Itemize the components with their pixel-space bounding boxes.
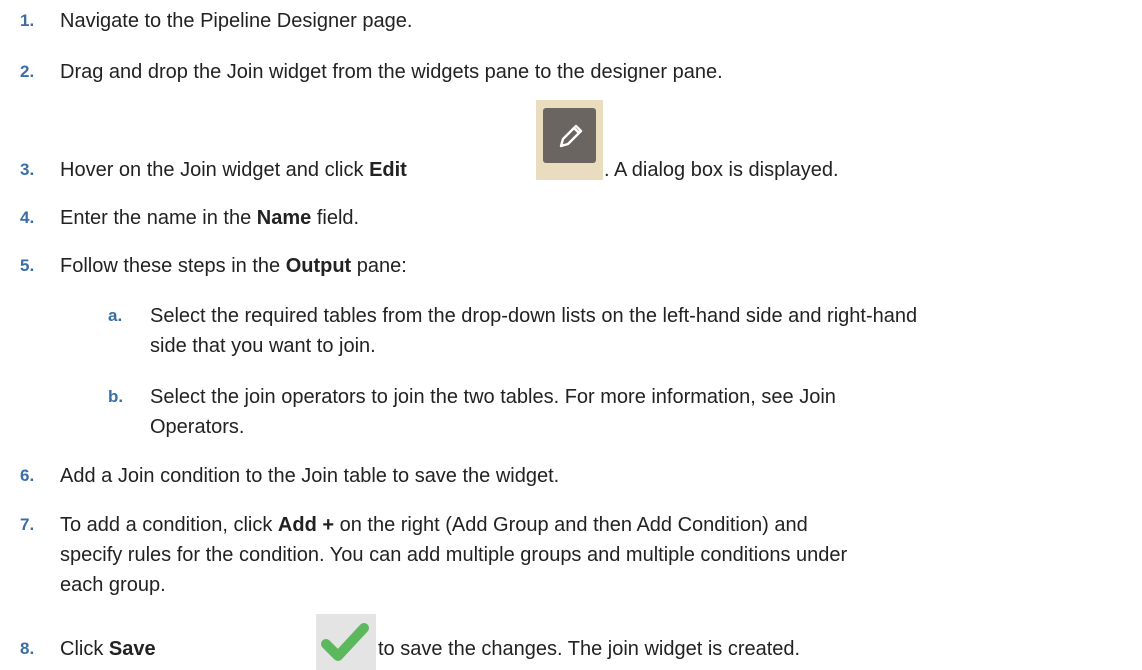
step-text: Drag and drop the Join widget from the w… <box>60 61 723 83</box>
step-number: 8. <box>20 639 35 658</box>
add-label: Add + <box>277 514 335 536</box>
output-pane-label: Output <box>285 255 352 277</box>
edit-label: Edit <box>369 159 407 181</box>
step-number: 2. <box>20 62 35 81</box>
substep-text-line: side that you want to join. <box>150 335 376 357</box>
substep-text-line: Operators. <box>150 416 245 438</box>
step-text: Click Save <box>60 638 156 660</box>
step-text: Hover on the Join widget and click Edit <box>60 159 407 181</box>
substep-letter: a. <box>108 306 123 325</box>
pencil-icon <box>536 100 603 180</box>
step-number: 1. <box>20 11 35 30</box>
substep-text-line: Select the join operators to join the tw… <box>150 386 836 408</box>
step-number: 7. <box>20 515 35 534</box>
step-text: Add a Join condition to the Join table t… <box>60 465 560 487</box>
step-number: 4. <box>20 208 35 227</box>
substep-letter: b. <box>108 387 124 406</box>
name-field-label: Name <box>256 207 312 229</box>
step-text: Follow these steps in the Output pane: <box>60 255 407 277</box>
step-text-continued: . A dialog box is displayed. <box>604 159 839 181</box>
step-text: Navigate to the Pipeline Designer page. <box>60 10 413 32</box>
procedure-document: 1. Navigate to the Pipeline Designer pag… <box>0 0 1142 670</box>
step-text-line: each group. <box>60 574 166 596</box>
substep-text-line: Select the required tables from the drop… <box>150 305 918 327</box>
save-label: Save <box>108 638 156 660</box>
step-text: Enter the name in the Name field. <box>60 207 360 229</box>
step-text-line: To add a condition, click Add + on the r… <box>60 514 808 536</box>
checkmark-icon <box>316 614 376 670</box>
step-text-continued: to save the changes. The join widget is … <box>378 638 801 660</box>
step-text-line: specify rules for the condition. You can… <box>60 544 848 566</box>
step-number: 5. <box>20 256 35 275</box>
step-number: 6. <box>20 466 35 485</box>
step-number: 3. <box>20 160 35 179</box>
